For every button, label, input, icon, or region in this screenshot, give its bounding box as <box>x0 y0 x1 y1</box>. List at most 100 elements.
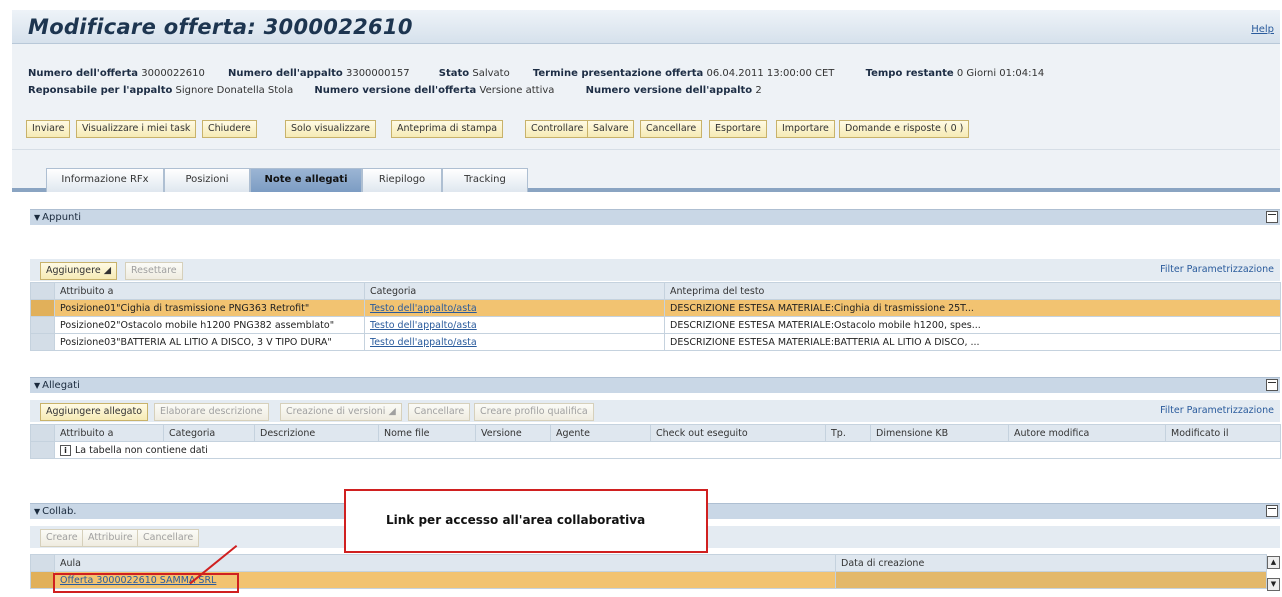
category-link[interactable]: Testo dell'appalto/asta <box>370 303 477 314</box>
allegati-section-header[interactable]: ▼ Allegati <box>30 377 1280 393</box>
column-header[interactable]: Attribuito a <box>54 282 365 300</box>
category-link[interactable]: Testo dell'appalto/asta <box>370 320 477 331</box>
close-button[interactable]: Chiudere <box>202 120 257 138</box>
tab-informazione-rfx[interactable]: Informazione RFx <box>46 168 164 192</box>
send-button[interactable]: Inviare <box>26 120 71 138</box>
create-button[interactable]: Creare <box>40 529 84 547</box>
time-remaining-label: Tempo restante <box>865 68 954 79</box>
table-header-row: Attribuito a Categoria Descrizione Nome … <box>30 424 1281 442</box>
info-line-2: Reponsabile per l'appalto Signore Donate… <box>28 85 776 96</box>
add-note-label: Aggiungere <box>46 265 101 276</box>
callout-text: Link per accesso all'area collaborativa <box>386 513 646 527</box>
row-selector-header[interactable] <box>30 282 55 300</box>
column-header[interactable]: Autore modifica <box>1008 424 1166 442</box>
column-header[interactable]: Categoria <box>163 424 255 442</box>
collapse-triangle-icon[interactable]: ▼ <box>34 213 40 222</box>
action-toolbar: Inviare Visualizzare i miei task Chiuder… <box>12 104 1280 150</box>
page-header: Modificare offerta: 3000022610 Help <box>12 10 1280 44</box>
column-header[interactable]: Aula <box>54 554 836 572</box>
category-link[interactable]: Testo dell'appalto/asta <box>370 337 477 348</box>
table-row[interactable]: Posizione03"BATTERIA AL LITIO A DISCO, 3… <box>30 333 1281 351</box>
create-qualification-profile-button[interactable]: Creare profilo qualifica <box>474 403 594 421</box>
column-header[interactable]: Descrizione <box>254 424 379 442</box>
my-tasks-button[interactable]: Visualizzare i miei task <box>76 120 197 138</box>
tab-note-e-allegati[interactable]: Note e allegati <box>250 168 362 192</box>
category-cell: Testo dell'appalto/asta <box>364 333 665 351</box>
save-button[interactable]: Salvare <box>587 120 635 138</box>
empty-table-row: i La tabella non contiene dati <box>30 441 1281 459</box>
questions-answers-button[interactable]: Domande e risposte ( 0 ) <box>839 120 970 138</box>
column-header[interactable]: Categoria <box>364 282 665 300</box>
column-header[interactable]: Dimensione KB <box>870 424 1009 442</box>
tab-riepilogo[interactable]: Riepilogo <box>362 168 442 192</box>
table-row[interactable]: Posizione01"Cighia di trasmissione PNG36… <box>30 299 1281 317</box>
check-button[interactable]: Controllare <box>525 120 590 138</box>
deadline-value: 06.04.2011 13:00:00 CET <box>706 68 835 79</box>
collapse-triangle-icon[interactable]: ▼ <box>34 381 40 390</box>
column-header[interactable]: Data di creazione <box>835 554 1267 572</box>
appunti-title: Appunti <box>42 212 82 223</box>
dropdown-arrow-icon: ◢ <box>388 406 396 417</box>
offer-info-panel: Numero dell'offerta 3000022610 Numero de… <box>12 44 1280 104</box>
tab-strip: Informazione RFx Posizioni Note e allega… <box>12 150 1280 192</box>
display-only-button[interactable]: Solo visualizzare <box>285 120 376 138</box>
status-label: Stato <box>438 68 470 79</box>
row-selector[interactable] <box>30 299 55 317</box>
row-selector[interactable] <box>30 333 55 351</box>
add-note-button[interactable]: Aggiungere ◢ <box>40 262 118 280</box>
edit-description-button[interactable]: Elaborare descrizione <box>154 403 269 421</box>
tab-tracking[interactable]: Tracking <box>442 168 528 192</box>
add-attachment-button[interactable]: Aggiungere allegato <box>40 403 149 421</box>
column-header[interactable]: Anteprima del testo <box>664 282 1281 300</box>
column-header[interactable]: Nome file <box>378 424 476 442</box>
column-header[interactable]: Check out eseguito <box>650 424 826 442</box>
column-header[interactable]: Tp. <box>825 424 871 442</box>
print-preview-button[interactable]: Anteprima di stampa <box>391 120 504 138</box>
export-button[interactable]: Esportare <box>709 120 767 138</box>
reset-button[interactable]: Resettare <box>125 262 183 280</box>
scroll-down-icon[interactable]: ▼ <box>1267 578 1280 591</box>
category-cell: Testo dell'appalto/asta <box>364 299 665 317</box>
collapse-triangle-icon[interactable]: ▼ <box>34 507 40 516</box>
delete-attachment-button[interactable]: Cancellare <box>408 403 471 421</box>
column-header[interactable]: Versione <box>475 424 551 442</box>
parametrize-link[interactable]: Parametrizzazione <box>1187 264 1274 275</box>
column-header[interactable]: Modificato il <box>1165 424 1281 442</box>
row-selector-header[interactable] <box>30 424 55 442</box>
appunti-table-links: Filter Parametrizzazione <box>1160 264 1274 275</box>
allegati-title: Allegati <box>42 380 80 391</box>
delete-button[interactable]: Cancellare <box>640 120 703 138</box>
help-link[interactable]: Help <box>1251 24 1274 35</box>
attributed-to-cell: Posizione02"Ostacolo mobile h1200 PNG382… <box>54 316 365 334</box>
attributed-to-cell: Posizione03"BATTERIA AL LITIO A DISCO, 3… <box>54 333 365 351</box>
row-selector[interactable] <box>30 571 55 589</box>
appunti-toolbar: Aggiungere ◢ Resettare Filter Parametriz… <box>30 259 1280 281</box>
row-selector[interactable] <box>30 316 55 334</box>
offer-number-label: Numero dell'offerta <box>28 68 139 79</box>
allegati-table-links: Filter Parametrizzazione <box>1160 405 1274 416</box>
scroll-up-icon[interactable]: ▲ <box>1267 556 1280 569</box>
filter-link[interactable]: Filter <box>1160 264 1184 275</box>
import-button[interactable]: Importare <box>776 120 835 138</box>
row-selector-header[interactable] <box>30 554 55 572</box>
tender-version-value: 2 <box>755 85 762 96</box>
preview-cell: DESCRIZIONE ESTESA MATERIALE:BATTERIA AL… <box>664 333 1281 351</box>
page-title: Modificare offerta: 3000022610 <box>28 15 413 39</box>
minimize-icon[interactable] <box>1266 211 1278 223</box>
assign-button[interactable]: Attribuire <box>82 529 139 547</box>
tab-posizioni[interactable]: Posizioni <box>164 168 250 192</box>
column-header[interactable]: Attribuito a <box>54 424 164 442</box>
minimize-icon[interactable] <box>1266 379 1278 391</box>
column-header[interactable]: Agente <box>550 424 651 442</box>
create-versions-button[interactable]: Creazione di versioni ◢ <box>280 403 402 421</box>
delete-collab-button[interactable]: Cancellare <box>137 529 200 547</box>
table-row[interactable]: Posizione02"Ostacolo mobile h1200 PNG382… <box>30 316 1281 334</box>
status-value: Salvato <box>472 68 510 79</box>
attachments-table: Attribuito a Categoria Descrizione Nome … <box>30 424 1281 459</box>
appunti-section-header[interactable]: ▼ Appunti <box>30 209 1280 225</box>
create-versions-label: Creazione di versioni <box>286 406 386 417</box>
filter-link[interactable]: Filter <box>1160 405 1184 416</box>
parametrize-link[interactable]: Parametrizzazione <box>1187 405 1274 416</box>
minimize-icon[interactable] <box>1266 505 1278 517</box>
time-remaining-value: 0 Giorni 01:04:14 <box>956 68 1045 79</box>
